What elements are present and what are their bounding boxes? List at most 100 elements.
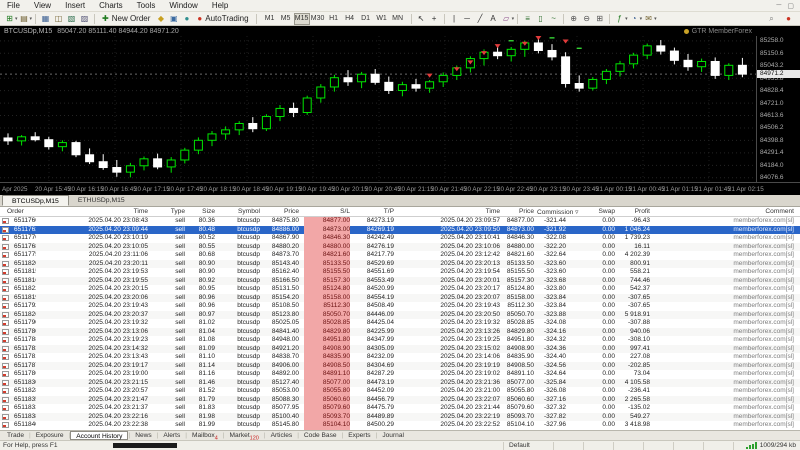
timeframe-d1[interactable]: D1 (358, 13, 374, 25)
price-axis[interactable]: 85258.085150.685043.284935.884828.484721… (756, 36, 800, 182)
column-header-type[interactable]: Type (151, 208, 185, 215)
history-row[interactable]: 651182802025.04.20 23:20:57sell81.52btcu… (0, 387, 800, 396)
terminal-tab-alerts[interactable]: Alerts (158, 431, 185, 440)
history-row[interactable]: 651181502025.04.20 23:19:53sell80.90btcu… (0, 268, 800, 277)
column-header-commission[interactable]: Commission ▿ (537, 208, 566, 216)
terminal-icon[interactable]: ▨ (78, 13, 91, 25)
history-row[interactable]: 651181602025.04.20 23:19:55sell80.92btcu… (0, 277, 800, 286)
history-row[interactable]: 651178302025.04.20 23:14:32sell81.09btcu… (0, 345, 800, 354)
menu-insert[interactable]: Insert (58, 0, 92, 12)
terminal-tab-news[interactable]: News (130, 431, 157, 440)
history-row[interactable]: 651181902025.04.20 23:20:06sell80.96btcu… (0, 294, 800, 303)
shapes-icon-dropdown[interactable]: ▾ (512, 16, 515, 22)
history-row[interactable]: 651176042025.04.20 23:08:43sell80.36btcu… (0, 217, 800, 226)
column-header-profit[interactable]: Profit (618, 208, 650, 215)
strategy-tester-icon[interactable]: ▣ (167, 13, 180, 25)
trendline-icon[interactable]: ╱ (474, 13, 487, 25)
terminal-tab-mailbox[interactable]: Mailbox4 (187, 431, 223, 440)
market-watch-icon[interactable]: ▦ (39, 13, 52, 25)
minimize-icon[interactable]: ─ (776, 2, 781, 10)
column-header-comment[interactable]: Comment (653, 208, 794, 215)
hline-icon[interactable]: ─ (461, 13, 474, 25)
column-header-price[interactable]: Price (263, 208, 299, 215)
terminal-tab-market[interactable]: Market120 (225, 431, 264, 440)
timeframe-w1[interactable]: W1 (374, 13, 390, 25)
column-header-sl[interactable]: S/L (304, 208, 350, 215)
history-row[interactable]: 651177042025.04.20 23:10:19sell80.52btcu… (0, 234, 800, 243)
timeframe-h1[interactable]: H1 (326, 13, 342, 25)
cursor-icon[interactable]: ↖ (415, 13, 428, 25)
timeframe-m1[interactable]: M1 (262, 13, 278, 25)
menu-charts[interactable]: Charts (92, 0, 130, 12)
timeframe-m15[interactable]: M15 (294, 13, 310, 25)
terminal-tab-trade[interactable]: Trade (2, 431, 29, 440)
column-header-symbol[interactable]: Symbol (218, 208, 260, 215)
column-header-tp[interactable]: T/P (353, 208, 394, 215)
history-row[interactable]: 651183302025.04.20 23:21:37sell81.83btcu… (0, 404, 800, 413)
terminal-tab-experts[interactable]: Experts (343, 431, 375, 440)
column-header-swap[interactable]: Swap (569, 208, 615, 215)
terminal-tab-journal[interactable]: Journal (377, 431, 409, 440)
timeframe-m30[interactable]: M30 (310, 13, 326, 25)
menu-tools[interactable]: Tools (130, 0, 163, 12)
terminal-tab-account-history[interactable]: Account History (70, 431, 128, 440)
record-icon[interactable]: ● (782, 13, 795, 25)
history-row[interactable]: 651179002025.04.20 23:19:32sell81.02btcu… (0, 319, 800, 328)
terminal-tab-articles[interactable]: Articles (266, 431, 298, 440)
crosshair-icon[interactable]: + (428, 13, 441, 25)
text-icon[interactable]: A (487, 13, 500, 25)
autotrading-button[interactable]: ● AutoTrading (193, 13, 252, 25)
navigator-icon[interactable]: ▧ (65, 13, 78, 25)
zoom-out-icon[interactable]: ⊖ (580, 13, 593, 25)
history-row[interactable]: 651178602025.04.20 23:19:00sell81.16btcu… (0, 370, 800, 379)
history-row[interactable]: 651182042025.04.20 23:20:11sell80.90btcu… (0, 260, 800, 269)
linechart-icon[interactable]: ~ (547, 13, 560, 25)
timeframe-m5[interactable]: M5 (278, 13, 294, 25)
candlestick-canvas[interactable] (0, 36, 756, 182)
column-header-time[interactable]: Time (40, 208, 148, 215)
column-header-order[interactable]: Order (7, 208, 24, 215)
history-row[interactable]: 651177502025.04.20 23:11:06sell80.68btcu… (0, 251, 800, 260)
column-header-size[interactable]: Size (188, 208, 215, 215)
tile-windows-icon[interactable]: ⊞ (593, 13, 606, 25)
history-row[interactable]: 651176802025.04.20 23:10:05sell80.55btcu… (0, 243, 800, 252)
history-row[interactable]: 651183502025.04.20 23:21:47sell81.79btcu… (0, 396, 800, 405)
chart-tab-btcusdp[interactable]: BTCUSDp,M15 (2, 195, 69, 206)
history-row[interactable]: 651178702025.04.20 23:19:17sell81.14btcu… (0, 362, 800, 371)
menu-view[interactable]: View (27, 0, 58, 12)
time-axis[interactable]: Apr 202520 Apr 15:4520 Apr 16:1520 Apr 1… (0, 182, 800, 195)
new-order-button[interactable]: ✚ New Order (98, 13, 154, 25)
metaeditor-icon[interactable]: ◆ (154, 13, 167, 25)
history-row[interactable]: 651176382025.04.20 23:09:44sell80.48btcu… (0, 226, 800, 235)
history-row[interactable]: 651179202025.04.20 23:19:43sell80.96btcu… (0, 302, 800, 311)
history-row[interactable]: 651183002025.04.20 23:21:15sell81.46btcu… (0, 379, 800, 388)
column-header-time[interactable]: Time (397, 208, 500, 215)
menu-window[interactable]: Window (162, 0, 204, 12)
vline-icon[interactable]: | (448, 13, 461, 25)
column-header-price[interactable]: Price (503, 208, 534, 215)
templates-icon-dropdown[interactable]: ▾ (654, 16, 657, 22)
chart-tab-ethusdp[interactable]: ETHUSDp,M15 (69, 195, 134, 206)
timeframe-mn[interactable]: MN (390, 13, 406, 25)
profiles-icon-dropdown[interactable]: ▾ (30, 16, 33, 22)
history-row[interactable]: 651182602025.04.20 23:20:37sell80.97btcu… (0, 311, 800, 320)
history-row[interactable]: 651178002025.04.20 23:13:06sell81.04btcu… (0, 328, 800, 337)
history-row[interactable]: 651178802025.04.20 23:19:23sell81.08btcu… (0, 336, 800, 345)
history-table-header[interactable]: OrderTimeTypeSizeSymbolPriceS/LT/PTimePr… (0, 207, 800, 217)
barchart-icon[interactable]: ≡ (521, 13, 534, 25)
restore-icon[interactable]: ▢ (787, 2, 794, 10)
zoom-in-icon[interactable]: ⊕ (567, 13, 580, 25)
candlestick-icon[interactable]: ▯ (534, 13, 547, 25)
history-row[interactable]: 651183802025.04.20 23:22:16sell81.98btcu… (0, 413, 800, 422)
menu-file[interactable]: File (0, 0, 27, 12)
search-icon[interactable]: ⌕ (765, 13, 778, 25)
history-row[interactable]: 651184002025.04.20 23:22:38sell81.99btcu… (0, 421, 800, 430)
terminal-tab-code-base[interactable]: Code Base (299, 431, 342, 440)
community-icon[interactable]: ● (180, 13, 193, 25)
price-chart[interactable]: 85258.085150.685043.284935.884828.484721… (0, 36, 800, 182)
data-window-icon[interactable]: ◫ (52, 13, 65, 25)
history-row[interactable]: 651182202025.04.20 23:20:15sell80.95btcu… (0, 285, 800, 294)
menu-help[interactable]: Help (205, 0, 235, 12)
terminal-tab-exposure[interactable]: Exposure (31, 431, 69, 440)
timeframe-h4[interactable]: H4 (342, 13, 358, 25)
